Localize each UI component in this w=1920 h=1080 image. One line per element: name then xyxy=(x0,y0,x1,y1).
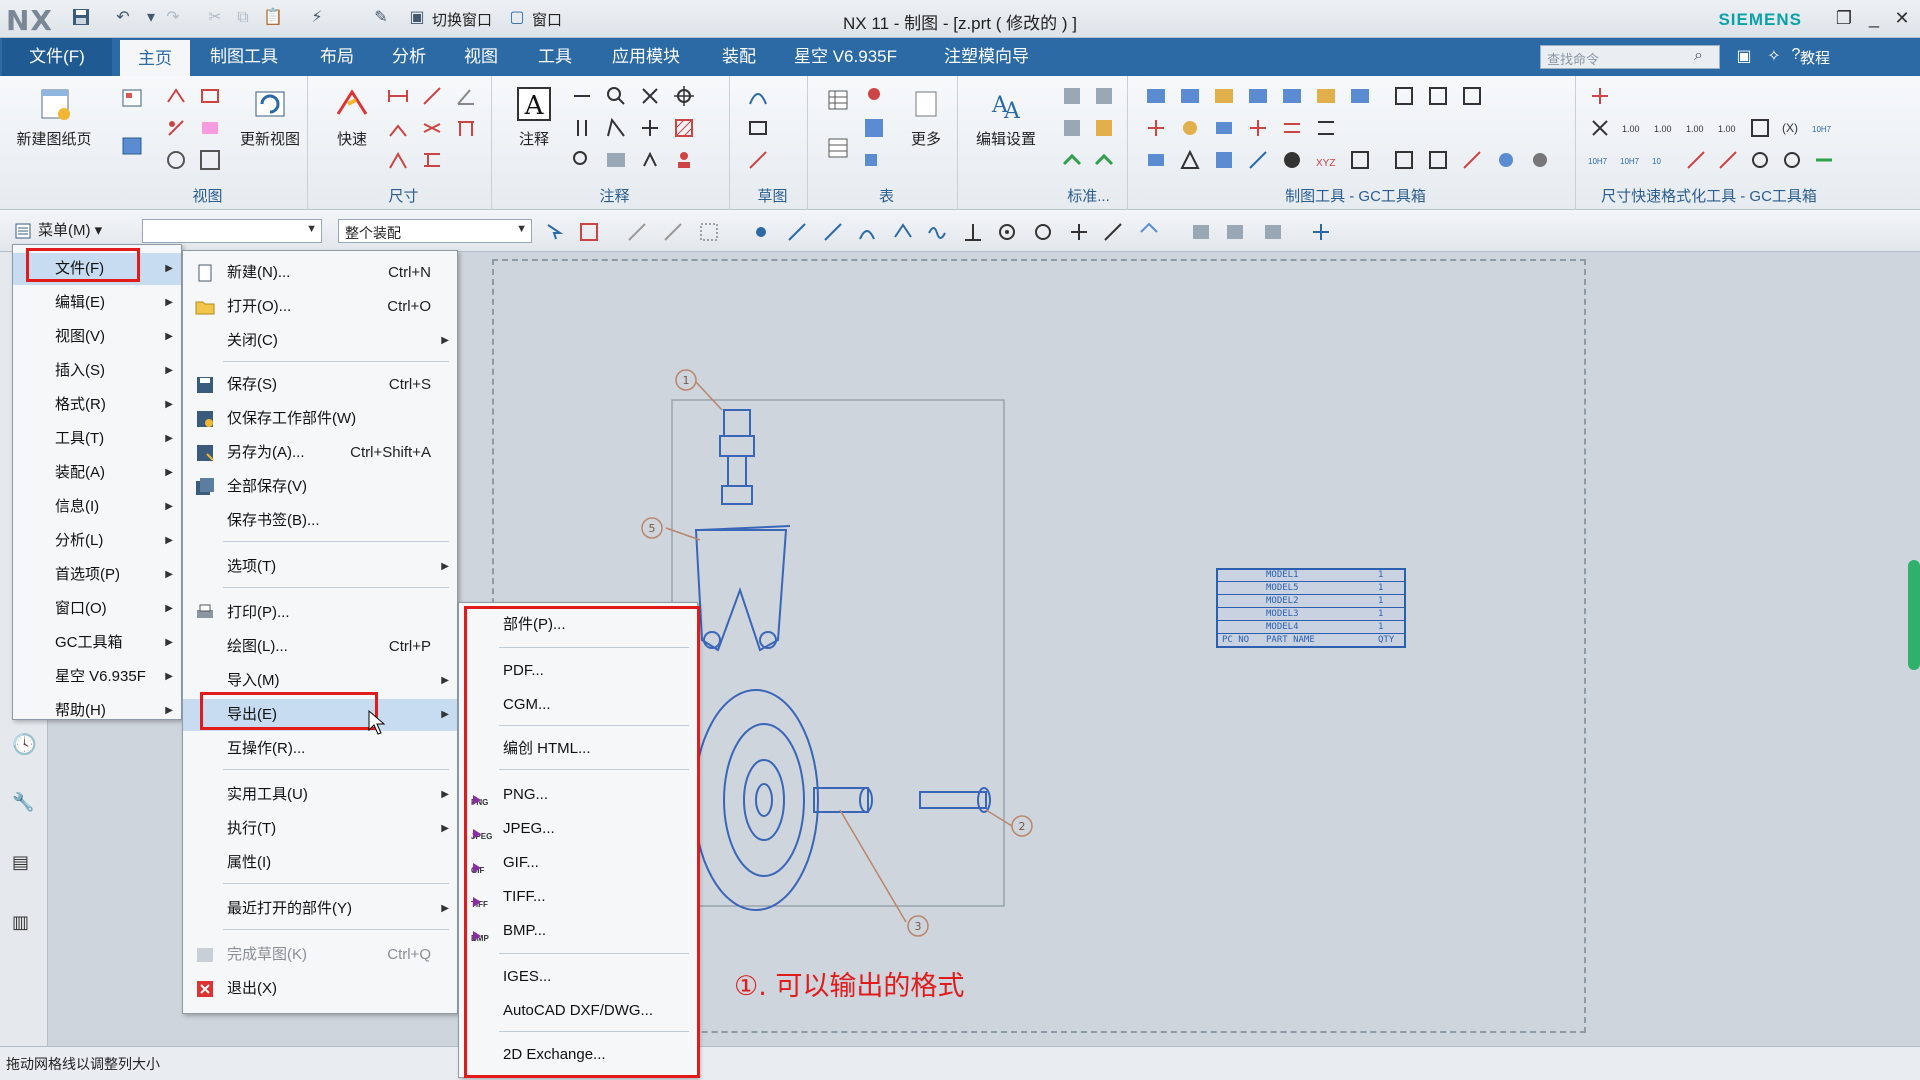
menu-separator xyxy=(499,725,689,726)
new-file-icon xyxy=(198,264,212,282)
file-export-item[interactable]: 导出(E) ▶ xyxy=(183,699,457,731)
file-save-all-item[interactable]: 全部保存(V) xyxy=(183,471,457,503)
file-save-as-item[interactable]: 另存为(A)... Ctrl+Shift+A xyxy=(183,437,457,469)
menu-separator xyxy=(223,587,449,588)
vertical-scrollbar[interactable] xyxy=(1908,560,1920,670)
mouse-cursor-icon xyxy=(368,710,386,735)
export-png-item[interactable]: PNG PNG... xyxy=(459,779,697,811)
menu-separator xyxy=(223,361,449,362)
file-new-item[interactable]: 新建(N)... Ctrl+N xyxy=(183,257,457,289)
save-work-part-icon xyxy=(197,411,213,427)
export-bmp-item[interactable]: BMP BMP... xyxy=(459,915,697,947)
menu-item-xingkong[interactable]: 星空 V6.935F ▶ xyxy=(13,661,181,693)
print-icon xyxy=(197,604,213,618)
bracket-drawing xyxy=(694,525,791,652)
save-all-icon xyxy=(196,478,214,495)
table-row: MODEL5 1 xyxy=(1218,583,1404,595)
export-menu: 部件(P)... PDF... CGM... 编创 HTML... PNG PN… xyxy=(458,602,698,1078)
export-2d-exchange-item[interactable]: 2D Exchange... xyxy=(459,1039,697,1071)
menu-item-gc-toolbox[interactable]: GC工具箱 ▶ xyxy=(13,627,181,659)
file-plot-item[interactable]: 绘图(L)... Ctrl+P xyxy=(183,631,457,663)
menu-item-format[interactable]: 格式(R) ▶ xyxy=(13,389,181,421)
export-jpeg-item[interactable]: JPEG JPEG... xyxy=(459,813,697,845)
file-execute-item[interactable]: 执行(T) ▶ xyxy=(183,813,457,845)
save-icon xyxy=(197,377,213,393)
bolt-drawing xyxy=(719,409,755,505)
menu-item-edit[interactable]: 编辑(E) ▶ xyxy=(13,287,181,319)
export-tiff-item[interactable]: TIFF TIFF... xyxy=(459,881,697,913)
balloon-1-label: 1 xyxy=(683,374,690,387)
menu-separator xyxy=(223,541,449,542)
menu-item-view[interactable]: 视图(V) ▶ xyxy=(13,321,181,353)
menu-item-help[interactable]: 帮助(H) ▶ xyxy=(13,695,181,727)
export-cgm-item[interactable]: CGM... xyxy=(459,689,697,721)
file-save-item[interactable]: 保存(S) Ctrl+S xyxy=(183,369,457,401)
file-exit-item[interactable]: 退出(X) xyxy=(183,973,457,1005)
export-gif-item[interactable]: GIF GIF... xyxy=(459,847,697,879)
file-import-item[interactable]: 导入(M) ▶ xyxy=(183,665,457,697)
table-row: MODEL3 1 xyxy=(1218,609,1404,621)
wheel-drawing xyxy=(693,689,991,911)
menu-separator xyxy=(499,769,689,770)
file-options-item[interactable]: 选项(T) ▶ xyxy=(183,551,457,583)
balloon-2-label: 2 xyxy=(1019,820,1026,833)
export-html-item[interactable]: 编创 HTML... xyxy=(459,733,697,765)
file-open-item[interactable]: 打开(O)... Ctrl+O xyxy=(183,291,457,323)
finish-sketch-icon xyxy=(197,948,213,962)
menu-item-insert[interactable]: 插入(S) ▶ xyxy=(13,355,181,387)
menu-separator xyxy=(223,769,449,770)
balloon-5-label: 5 xyxy=(649,522,656,535)
status-text: 拖动网格线以调整列大小 xyxy=(6,1056,160,1072)
view-frame xyxy=(671,399,1005,907)
table-row: MODEL4 1 xyxy=(1218,622,1404,634)
annotation-export-formats: ①. 可以输出的格式 xyxy=(734,971,965,1002)
balloon-leaders xyxy=(665,381,1013,923)
parts-list-table[interactable]: MODEL1 1 MODEL5 1 MODEL2 1 MODEL3 1 MODEL4 1 … xyxy=(1216,568,1406,648)
file-close-item[interactable]: 关闭(C) ▶ xyxy=(183,325,457,357)
open-folder-icon xyxy=(195,301,215,315)
menu-item-analysis[interactable]: 分析(L) ▶ xyxy=(13,525,181,557)
file-menu: 新建(N)... Ctrl+N 打开(O)... Ctrl+O 关闭(C) ▶ 保存(… xyxy=(182,250,458,1014)
menu-item-tools[interactable]: 工具(T) ▶ xyxy=(13,423,181,455)
table-row: MODEL2 1 xyxy=(1218,596,1404,608)
menu-separator xyxy=(223,929,449,930)
export-iges-item[interactable]: IGES... xyxy=(459,961,697,993)
menu-separator xyxy=(223,883,449,884)
main-menu: 文件(F) ▶ 编辑(E) ▶ 视图(V) ▶ 插入(S) ▶ 格式(R) ▶ 工具(T)… xyxy=(12,244,182,720)
menu-item-file[interactable]: 文件(F) ▶ xyxy=(13,253,181,285)
file-recent-parts-item[interactable]: 最近打开的部件(Y) ▶ xyxy=(183,893,457,925)
menu-separator xyxy=(499,1031,689,1032)
file-interoperate-item[interactable]: 互操作(R)... xyxy=(183,733,457,765)
file-finish-sketch-item[interactable]: 完成草图(K) Ctrl+Q xyxy=(183,939,457,971)
table-header-row: PC NO PART NAME QTY xyxy=(1222,635,1395,645)
export-autocad-item[interactable]: AutoCAD DXF/DWG... xyxy=(459,995,697,1027)
export-pdf-item[interactable]: PDF... xyxy=(459,655,697,687)
file-save-work-part-item[interactable]: 仅保存工作部件(W) xyxy=(183,403,457,435)
file-properties-item[interactable]: 属性(I) xyxy=(183,847,457,879)
balloon-3-label: 3 xyxy=(915,920,922,933)
status-bar: 拖动网格线以调整列大小 xyxy=(0,1046,1920,1080)
menu-separator xyxy=(499,647,689,648)
menu-item-info[interactable]: 信息(I) ▶ xyxy=(13,491,181,523)
exit-icon xyxy=(197,981,213,997)
table-row: MODEL1 1 xyxy=(1218,570,1404,582)
menu-item-assembly[interactable]: 装配(A) ▶ xyxy=(13,457,181,489)
save-as-icon xyxy=(197,445,214,461)
file-utilities-item[interactable]: 实用工具(U) ▶ xyxy=(183,779,457,811)
export-part-item[interactable]: 部件(P)... xyxy=(459,609,697,641)
menu-item-window[interactable]: 窗口(O) ▶ xyxy=(13,593,181,625)
menu-separator xyxy=(499,953,689,954)
file-print-item[interactable]: 打印(P)... xyxy=(183,597,457,629)
menu-item-preferences[interactable]: 首选项(P) ▶ xyxy=(13,559,181,591)
file-save-bookmark-item[interactable]: 保存书签(B)... xyxy=(183,505,457,537)
